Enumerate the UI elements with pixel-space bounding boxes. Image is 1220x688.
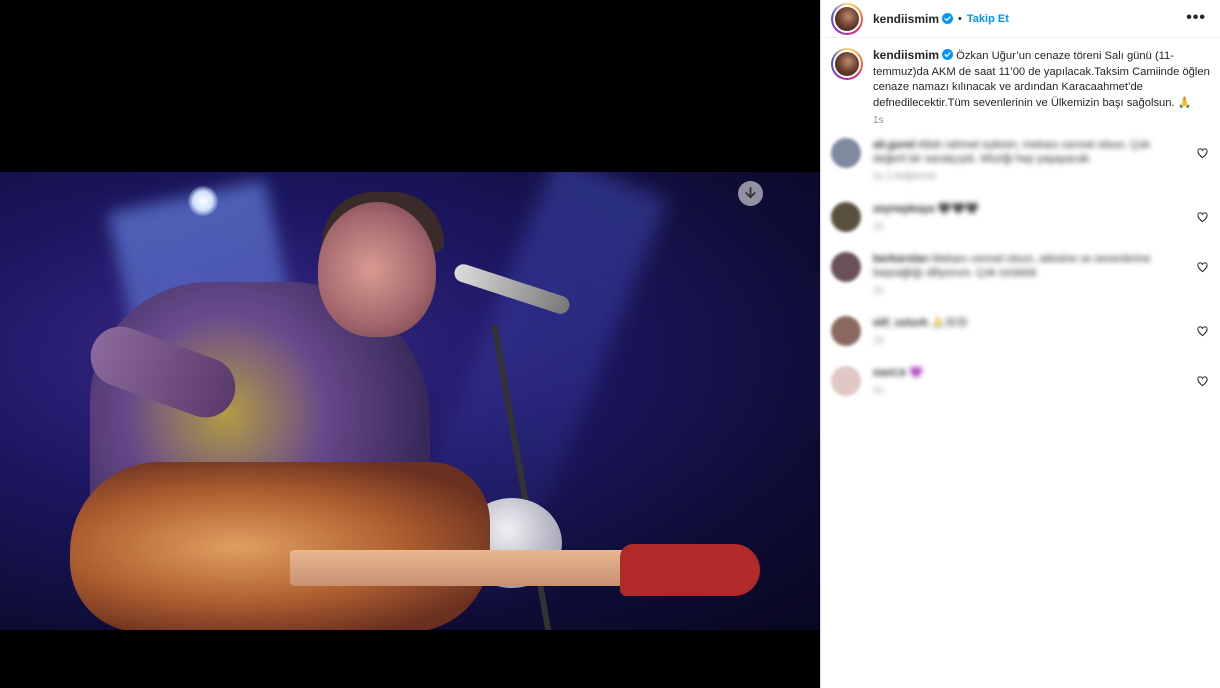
comment-username[interactable]: zeynepkaya (873, 203, 935, 215)
comment-body: mert.k 💜 1s (873, 366, 1173, 398)
comment-text: 🖤🖤🖤 (937, 203, 979, 215)
comment-meta: 1s (873, 285, 884, 296)
comment-item: ali.gurel Allah rahmet eylesin, mekanı c… (821, 138, 1220, 184)
comment-body: elif_ozturk 🙏😢😢 1s (873, 316, 1173, 348)
more-options-icon[interactable]: ••• (1186, 9, 1206, 27)
follow-button[interactable]: Takip Et (967, 13, 1009, 25)
comment-meta: 1s 1 beğenme (873, 171, 937, 182)
like-heart-icon[interactable] (1197, 260, 1208, 273)
username-link[interactable]: kendiismim (873, 48, 939, 62)
like-heart-icon[interactable] (1197, 146, 1208, 159)
musician-head (318, 202, 436, 337)
caption-timestamp[interactable]: 1s (873, 115, 1213, 126)
verified-badge-icon (942, 13, 954, 24)
post-side-panel: kendiismim • Takip Et ••• kendiismim Özk… (820, 0, 1220, 688)
comment-body: berkarslan Mekanı cennet olsun, ailesine… (873, 252, 1173, 298)
header-user-info: kendiismim • Takip Et (873, 12, 1009, 26)
comment-text: 💜 (909, 367, 923, 379)
avatar[interactable] (831, 48, 863, 80)
username-link[interactable]: kendiismim (873, 12, 939, 26)
avatar[interactable] (831, 2, 863, 35)
bass-guitar-neck (290, 550, 630, 586)
comment-text: 🙏😢😢 (931, 317, 968, 329)
stage-spotlight (188, 186, 218, 216)
comment-meta: 1s (873, 335, 884, 346)
avatar[interactable] (831, 202, 861, 232)
bass-guitar-headstock (620, 544, 760, 596)
avatar[interactable] (831, 366, 861, 396)
comment-body: ali.gurel Allah rahmet eylesin, mekanı c… (873, 138, 1173, 184)
comment-body: zeynepkaya 🖤🖤🖤 1s (873, 202, 1173, 234)
comment-username[interactable]: mert.k (873, 367, 906, 379)
comment-item: elif_ozturk 🙏😢😢 1s (821, 316, 1220, 348)
post-media-pane (0, 0, 820, 688)
avatar[interactable] (831, 138, 861, 168)
comment-username[interactable]: ali.gurel (873, 139, 915, 151)
bass-guitar-body (70, 462, 490, 630)
like-heart-icon[interactable] (1197, 374, 1208, 387)
comment-meta: 1s (873, 221, 884, 232)
post-photo[interactable] (0, 172, 820, 630)
comment-item: berkarslan Mekanı cennet olsun, ailesine… (821, 252, 1220, 298)
avatar[interactable] (831, 316, 861, 346)
comment-item: mert.k 💜 1s (821, 366, 1220, 398)
comment-text: Allah rahmet eylesin, mekanı cennet olsu… (873, 139, 1150, 165)
download-arrow-icon[interactable] (738, 181, 763, 206)
comments-list: ali.gurel Allah rahmet eylesin, mekanı c… (821, 138, 1220, 398)
like-heart-icon[interactable] (1197, 210, 1208, 223)
post-header: kendiismim • Takip Et ••• (821, 0, 1220, 38)
comment-username[interactable]: berkarslan (873, 253, 929, 265)
comment-item: zeynepkaya 🖤🖤🖤 1s (821, 202, 1220, 234)
avatar[interactable] (831, 252, 861, 282)
post-caption: kendiismim Özkan Uğur’un cenaze töreni S… (821, 38, 1220, 126)
verified-badge-icon (942, 49, 954, 60)
like-heart-icon[interactable] (1197, 324, 1208, 337)
comment-meta: 1s (873, 385, 884, 396)
separator-dot: • (958, 12, 962, 25)
comment-username[interactable]: elif_ozturk (873, 317, 928, 329)
caption-text: kendiismim Özkan Uğur’un cenaze töreni S… (873, 48, 1213, 111)
